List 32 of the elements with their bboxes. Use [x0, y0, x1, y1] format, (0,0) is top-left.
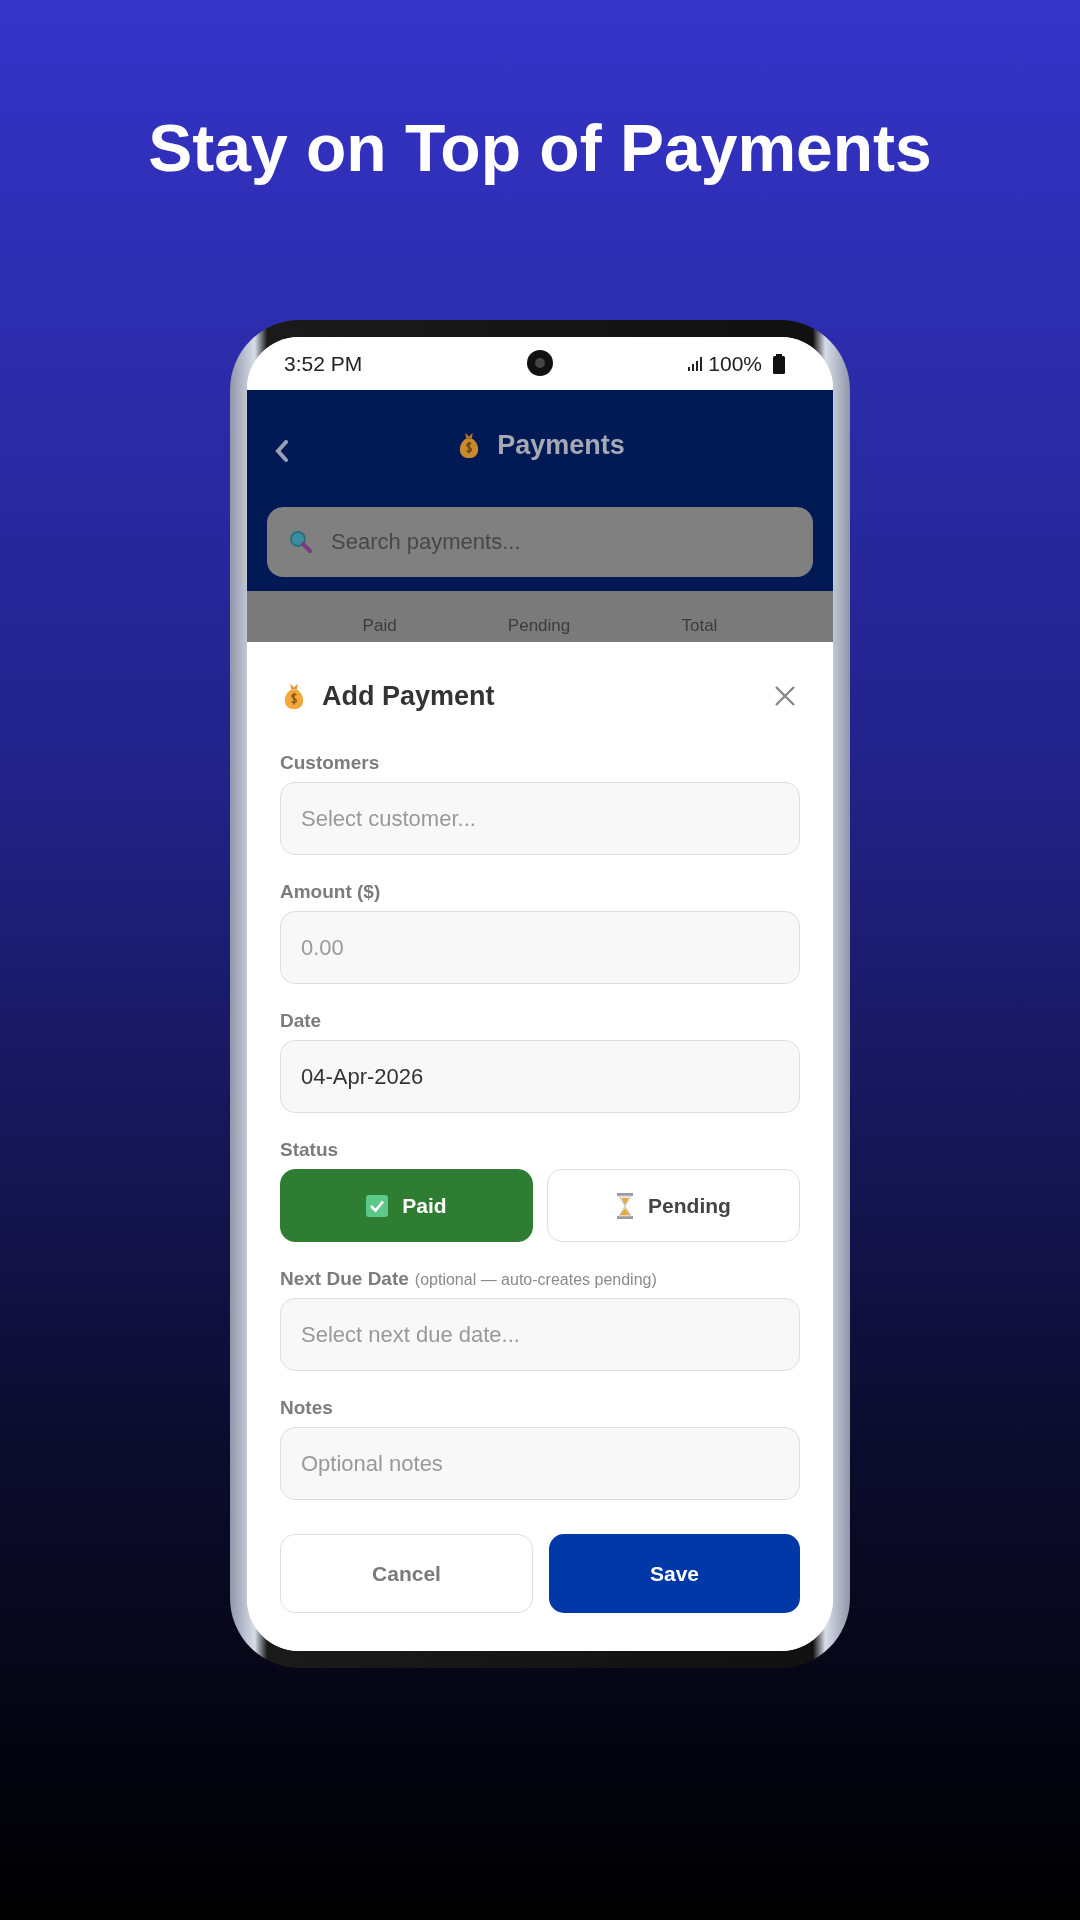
field-label: Notes — [280, 1397, 334, 1419]
status-time: 3:52 PM — [284, 351, 363, 376]
dialog-title: Add Payment — [322, 680, 496, 712]
screen-title: Payments — [497, 429, 625, 461]
summary-label: Paid — [362, 616, 397, 637]
field-label: Customers — [280, 752, 381, 774]
field-label: Date — [280, 1010, 323, 1032]
input-field[interactable]: 0.00 — [280, 911, 800, 984]
hourglass-icon — [616, 1192, 635, 1219]
battery-icon — [773, 353, 785, 374]
back-icon[interactable] — [275, 440, 289, 462]
field-label: Status — [280, 1139, 340, 1161]
input-field[interactable]: 04-Apr-2026 — [280, 1040, 800, 1113]
summary-label: Total — [681, 616, 718, 637]
camera-icon — [527, 350, 553, 376]
summary-label: Pending — [507, 616, 571, 637]
headline: Stay on Top of Payments — [148, 110, 932, 187]
signal-icon — [687, 355, 704, 372]
save-button[interactable]: Save — [549, 1534, 800, 1613]
status-option[interactable]: Pending — [547, 1169, 800, 1242]
cancel-button[interactable]: Cancel — [280, 1534, 533, 1613]
search-icon — [289, 530, 313, 554]
input-field[interactable]: Select customer... — [280, 782, 800, 855]
input-field[interactable]: Optional notes — [280, 1427, 800, 1500]
search-field[interactable]: Search payments... — [267, 507, 813, 577]
battery-percent: 100% — [708, 351, 762, 376]
check-icon — [366, 1194, 389, 1217]
field-label: Next Due Date (optional — auto-creates pending) — [280, 1268, 658, 1290]
input-field[interactable]: Select next due date... — [280, 1298, 800, 1371]
close-icon[interactable] — [774, 685, 796, 707]
status-option[interactable]: Paid — [280, 1169, 533, 1242]
field-label: Amount ($) — [280, 881, 382, 903]
